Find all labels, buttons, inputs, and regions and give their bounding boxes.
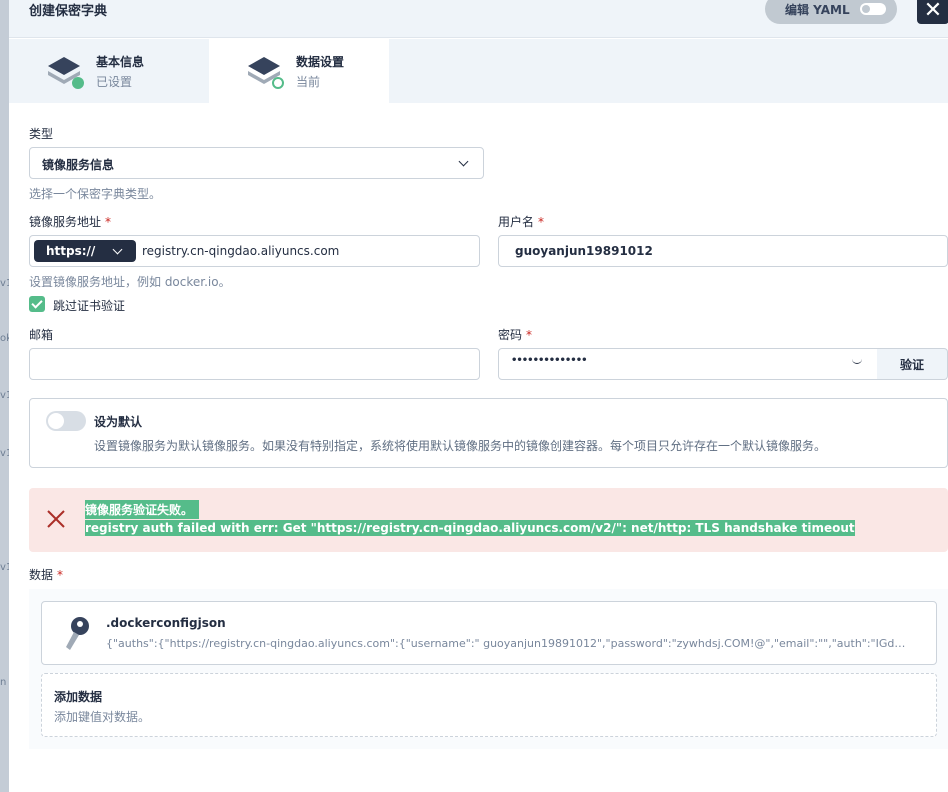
yaml-toggle-icon bbox=[859, 3, 886, 15]
password-label-text: 密码 bbox=[498, 328, 523, 342]
list-item[interactable]: .dockerconfigjson {"auths":{"https://reg… bbox=[41, 601, 937, 665]
skip-tls-label: 跳过证书验证 bbox=[53, 299, 126, 313]
close-icon: ✕ bbox=[923, 0, 943, 23]
type-label: 类型 bbox=[29, 127, 54, 141]
modal-title: 创建保密字典 bbox=[29, 4, 108, 19]
edit-yaml-button[interactable]: 编辑 YAML bbox=[765, 0, 897, 24]
verify-button[interactable]: 验证 bbox=[877, 348, 948, 380]
edit-yaml-label: 编辑 YAML bbox=[785, 2, 850, 17]
default-title: 设为默认 bbox=[94, 415, 143, 429]
type-hint: 选择一个保密字典类型。 bbox=[29, 187, 162, 201]
required-mark: * bbox=[57, 568, 64, 582]
default-registry-card: 设为默认 设置镜像服务为默认镜像服务。如果没有特别指定，系统将使用默认镜像服务中… bbox=[29, 398, 948, 468]
add-data-button[interactable]: 添加数据 添加键值对数据。 bbox=[41, 673, 937, 737]
registry-value: registry.cn-qingdao.aliyuncs.com bbox=[142, 244, 340, 258]
error-message: registry auth failed with err: Get "http… bbox=[85, 520, 855, 536]
step-tabs: 基本信息 已设置 数据设置 当前 bbox=[9, 39, 948, 103]
modal-header: 创建保密字典 编辑 YAML ✕ bbox=[9, 0, 948, 38]
add-data-subtitle: 添加键值对数据。 bbox=[54, 710, 151, 724]
type-select[interactable]: 镜像服务信息 bbox=[29, 147, 484, 179]
username-label-text: 用户名 bbox=[498, 215, 535, 229]
close-icon bbox=[47, 510, 65, 528]
tab-status: 已设置 bbox=[96, 75, 133, 89]
data-label: 数据 * bbox=[29, 566, 63, 583]
protocol-select[interactable]: https:// bbox=[34, 240, 136, 262]
skip-tls-checkbox[interactable] bbox=[29, 296, 45, 312]
background-page-strip: v1 ok v1 v1 v1 n bbox=[0, 0, 12, 792]
registry-label: 镜像服务地址 * bbox=[29, 213, 111, 230]
password-input[interactable]: •••••••••••••• bbox=[498, 348, 878, 380]
required-mark: * bbox=[105, 215, 112, 229]
error-alert: 镜像服务验证失败。 registry auth failed with err:… bbox=[29, 488, 948, 552]
background-label: n bbox=[0, 677, 7, 688]
default-switch[interactable] bbox=[46, 411, 86, 431]
layers-current-icon bbox=[248, 57, 284, 89]
password-value: •••••••••••••• bbox=[511, 355, 587, 366]
chevron-down-icon bbox=[112, 244, 123, 255]
registry-input[interactable]: https:// registry.cn-qingdao.aliyuncs.co… bbox=[29, 235, 480, 267]
data-list: .dockerconfigjson {"auths":{"https://reg… bbox=[29, 589, 948, 749]
add-data-title: 添加数据 bbox=[54, 690, 103, 704]
tab-status: 当前 bbox=[296, 75, 321, 89]
tab-title: 数据设置 bbox=[296, 55, 345, 69]
protocol-value: https:// bbox=[46, 244, 96, 258]
data-label-text: 数据 bbox=[29, 568, 54, 582]
username-input[interactable]: guoyanjun19891012 bbox=[498, 235, 948, 267]
chevron-down-icon bbox=[458, 156, 469, 167]
tab-data-settings[interactable]: 数据设置 当前 bbox=[209, 39, 389, 103]
default-description: 设置镜像服务为默认镜像服务。如果没有特别指定，系统将使用默认镜像服务中的镜像创建… bbox=[94, 439, 827, 453]
password-label: 密码 * bbox=[498, 326, 532, 343]
tab-title: 基本信息 bbox=[96, 55, 145, 69]
email-label: 邮箱 bbox=[29, 328, 54, 342]
key-icon bbox=[66, 617, 89, 650]
create-secret-modal: 创建保密字典 编辑 YAML ✕ 基本信息 已设置 数据设置 当前 类型 镜像服… bbox=[9, 0, 948, 792]
required-mark: * bbox=[538, 215, 545, 229]
error-title: 镜像服务验证失败。 bbox=[85, 500, 200, 519]
layers-done-icon bbox=[48, 57, 84, 89]
registry-label-text: 镜像服务地址 bbox=[29, 215, 102, 229]
registry-hint: 设置镜像服务地址，例如 docker.io。 bbox=[29, 275, 231, 289]
data-key: .dockerconfigjson bbox=[106, 616, 226, 630]
required-mark: * bbox=[526, 328, 533, 342]
tab-basic-info[interactable]: 基本信息 已设置 bbox=[9, 39, 189, 103]
email-input[interactable] bbox=[29, 348, 480, 380]
data-value: {"auths":{"https://registry.cn-qingdao.a… bbox=[106, 637, 906, 650]
close-button[interactable]: ✕ bbox=[917, 0, 948, 24]
type-select-value: 镜像服务信息 bbox=[42, 158, 115, 172]
username-value: guoyanjun19891012 bbox=[515, 244, 653, 258]
username-label: 用户名 * bbox=[498, 213, 544, 230]
